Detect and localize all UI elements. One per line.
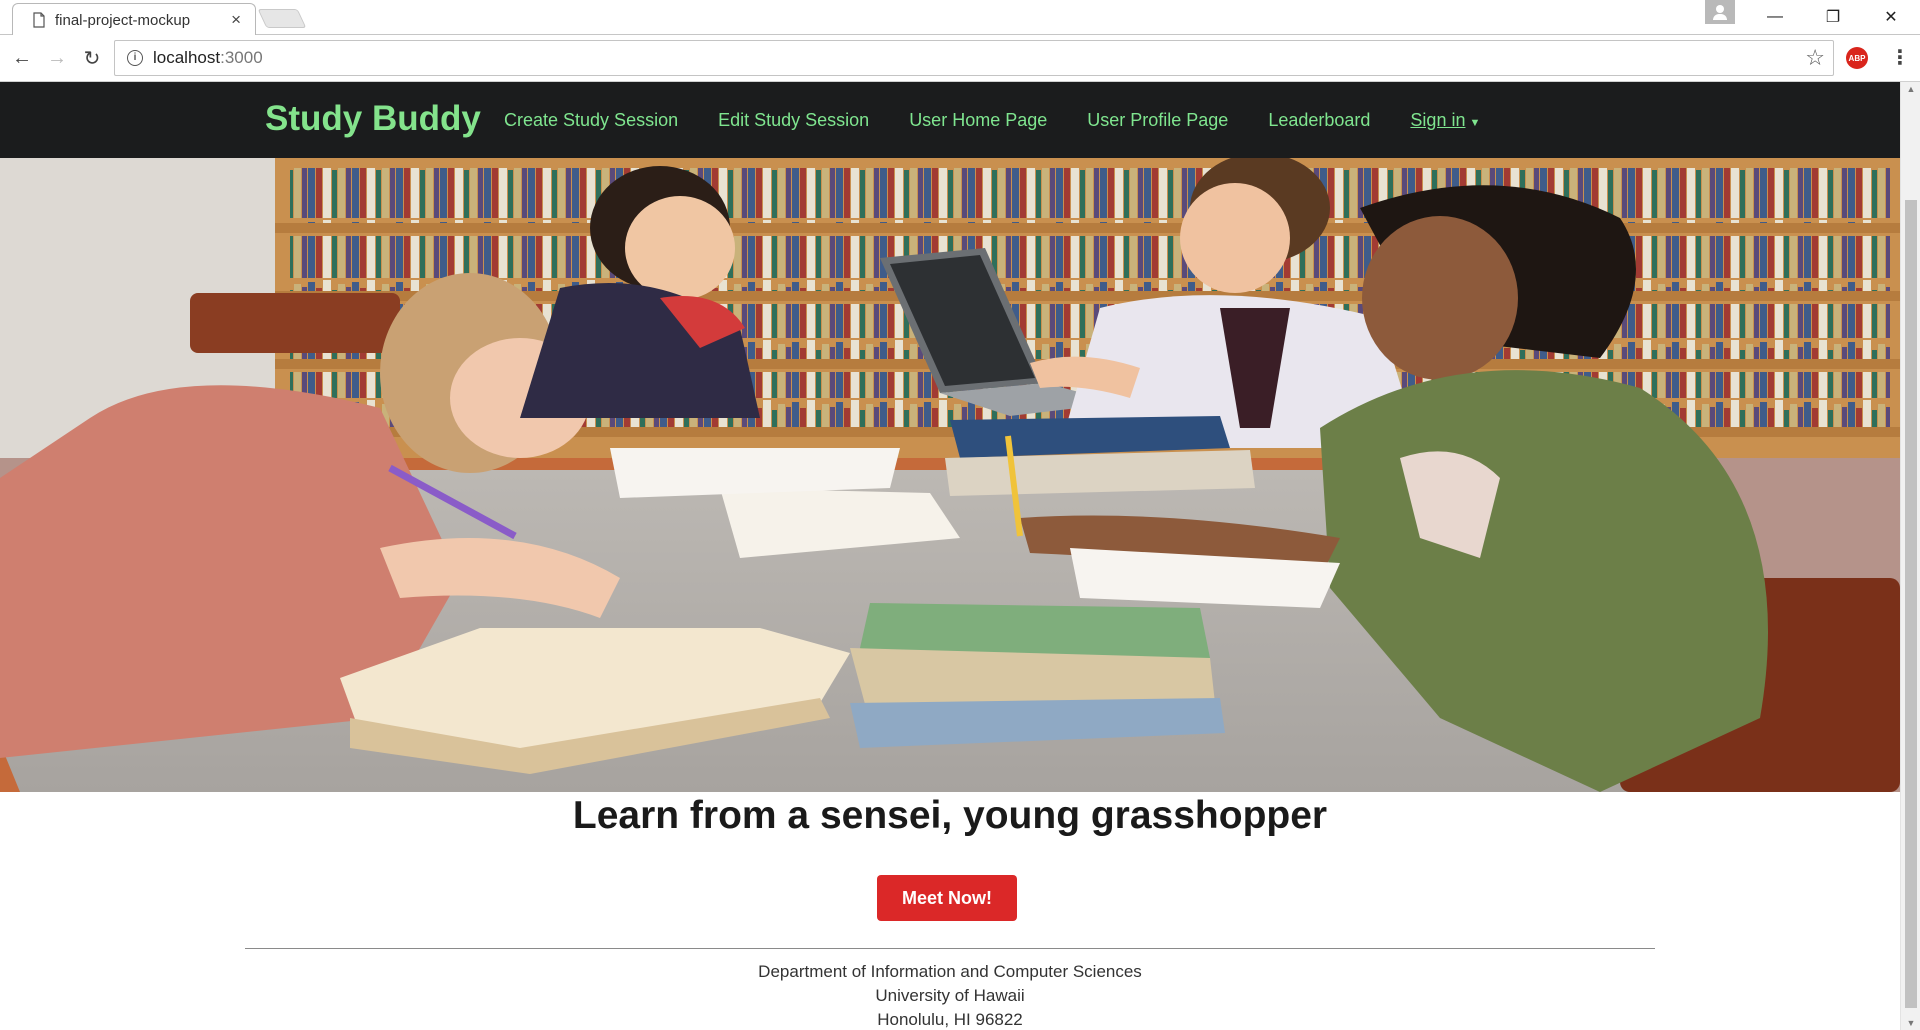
browser-toolbar: ← → ↻ i localhost:3000 ☆ xyxy=(0,35,1920,82)
footer-address: Honolulu, HI 96822 xyxy=(877,1010,1023,1029)
scroll-down-arrow-icon[interactable]: ▼ xyxy=(1901,1018,1920,1028)
url-host: localhost xyxy=(153,48,221,67)
url-text[interactable]: localhost:3000 xyxy=(153,48,263,68)
new-tab-button[interactable] xyxy=(257,9,307,28)
meet-now-button[interactable]: Meet Now! xyxy=(877,875,1017,921)
page-scrollbar[interactable]: ▲ ▼ xyxy=(1900,82,1920,1030)
tab-close-icon[interactable]: × xyxy=(231,10,241,30)
students-studying-photo xyxy=(0,158,1900,792)
close-window-button[interactable]: ✕ xyxy=(1862,0,1920,34)
page-headline: Learn from a sensei, young grasshopper xyxy=(572,794,1328,837)
footer-department: Department of Information and Computer S… xyxy=(758,962,1142,981)
site-navbar: Study Buddy Create Study Session Edit St… xyxy=(0,82,1900,158)
reload-icon[interactable]: ↻ xyxy=(80,46,104,70)
hero-image xyxy=(0,158,1900,792)
nav-leaderboard[interactable]: Leaderboard xyxy=(1268,110,1370,131)
caret-down-icon: ▼ xyxy=(1469,117,1481,129)
scrollbar-thumb[interactable] xyxy=(1905,200,1917,1008)
brand-logo[interactable]: Study Buddy xyxy=(265,99,481,139)
footer: Department of Information and Computer S… xyxy=(0,960,1900,1030)
nav-user-profile-page[interactable]: User Profile Page xyxy=(1087,110,1228,131)
browser-tabstrip: final-project-mockup × — ❐ ✕ xyxy=(0,0,1920,36)
nav-edit-study-session[interactable]: Edit Study Session xyxy=(718,110,869,131)
profile-icon[interactable] xyxy=(1705,0,1735,24)
back-arrow-icon[interactable]: ← xyxy=(10,46,34,70)
sign-in-dropdown[interactable]: Sign in ▼ xyxy=(1410,110,1480,131)
browser-menu-icon[interactable]: ⋮ xyxy=(1890,45,1910,70)
nav-menu: Create Study Session Edit Study Session … xyxy=(504,110,1480,131)
restore-button[interactable]: ❐ xyxy=(1804,0,1862,34)
sign-in-label: Sign in xyxy=(1410,110,1466,130)
bookmark-star-icon[interactable]: ☆ xyxy=(1805,45,1825,71)
nav-user-home-page[interactable]: User Home Page xyxy=(909,110,1047,131)
window-controls: — ❐ ✕ xyxy=(1746,0,1920,34)
footer-university: University of Hawaii xyxy=(875,986,1025,1005)
page-icon xyxy=(33,12,45,28)
browser-tab[interactable]: final-project-mockup × xyxy=(12,3,256,36)
scroll-up-arrow-icon[interactable]: ▲ xyxy=(1901,84,1920,94)
tab-title: final-project-mockup xyxy=(55,12,191,29)
address-bar[interactable]: i localhost:3000 ☆ xyxy=(114,40,1834,76)
footer-divider xyxy=(245,948,1655,949)
url-port: :3000 xyxy=(220,48,263,67)
page-viewport: Study Buddy Create Study Session Edit St… xyxy=(0,82,1900,1030)
minimize-button[interactable]: — xyxy=(1746,0,1804,34)
nav-create-study-session[interactable]: Create Study Session xyxy=(504,110,678,131)
adblock-extension-icon[interactable]: ABP xyxy=(1846,47,1868,69)
info-icon[interactable]: i xyxy=(127,50,143,66)
forward-arrow-icon[interactable]: → xyxy=(45,46,69,70)
